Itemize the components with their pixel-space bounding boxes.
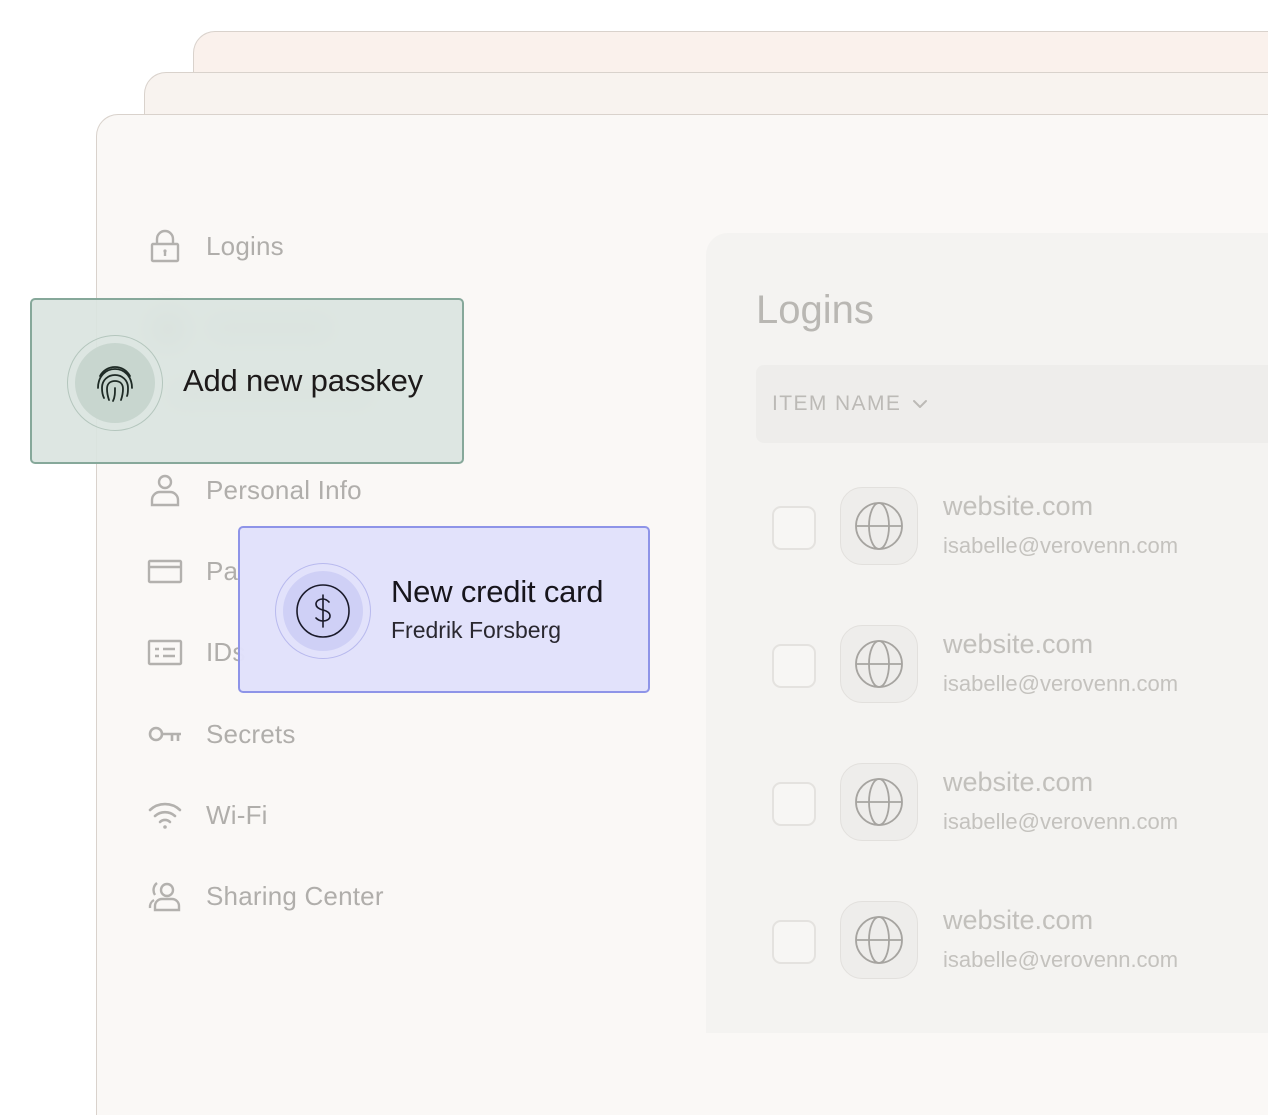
wifi-icon (146, 796, 184, 834)
page-title: Logins (756, 288, 874, 332)
list-item[interactable]: website.com isabelle@verovenn.com (772, 901, 1242, 981)
new-credit-card-card[interactable]: New credit card Fredrik Forsberg (238, 526, 650, 693)
sidebar-item-logins[interactable]: Logins (146, 224, 284, 268)
sidebar-item-personal-info[interactable]: Personal Info (146, 468, 362, 512)
credit-card-title: New credit card (391, 574, 604, 609)
row-site: website.com (943, 491, 1094, 521)
row-email: isabelle@verovenn.com (943, 947, 1179, 972)
fingerprint-icon (75, 343, 155, 423)
globe-icon (840, 487, 918, 565)
person-icon (146, 471, 184, 509)
passkey-icon-ring (67, 335, 163, 431)
sidebar-item-label: Wi-Fi (206, 799, 268, 830)
row-checkbox[interactable] (772, 506, 816, 550)
sidebar-item-label: Personal Info (206, 474, 362, 505)
chevron-down-icon (913, 400, 928, 408)
row-site: website.com (943, 905, 1094, 935)
sidebar-item-secrets[interactable]: Secrets (146, 712, 296, 756)
credit-card-icon-ring (275, 563, 371, 659)
globe-icon (840, 763, 918, 841)
sidebar-item-sharing-center[interactable]: Sharing Center (146, 874, 384, 918)
sidebar-item-payments[interactable]: Pa (146, 549, 238, 593)
row-checkbox[interactable] (772, 920, 816, 964)
card-icon (146, 552, 184, 590)
sidebar-item-label: Logins (206, 230, 284, 261)
id-card-icon (146, 633, 184, 671)
list-item[interactable]: website.com isabelle@verovenn.com (772, 763, 1242, 843)
row-email: isabelle@verovenn.com (943, 533, 1179, 558)
key-icon (146, 715, 184, 753)
list-item[interactable]: website.com isabelle@verovenn.com (772, 625, 1242, 705)
row-site: website.com (943, 767, 1094, 797)
credit-card-holder: Fredrik Forsberg (391, 617, 561, 643)
sharing-icon (146, 877, 184, 915)
lock-icon (146, 227, 184, 265)
row-checkbox[interactable] (772, 644, 816, 688)
globe-icon (840, 901, 918, 979)
add-passkey-label: Add new passkey (183, 363, 423, 398)
column-header-item-name[interactable]: ITEM NAME (756, 365, 1268, 443)
sidebar-item-ids[interactable]: IDs (146, 630, 246, 674)
sidebar-item-wifi[interactable]: Wi-Fi (146, 793, 268, 837)
dollar-icon (283, 571, 363, 651)
list-item[interactable]: website.com isabelle@verovenn.com (772, 487, 1242, 567)
sidebar-item-label: Pa (206, 555, 239, 586)
sidebar-item-label: Secrets (206, 718, 296, 749)
column-header-label: ITEM NAME (772, 392, 902, 415)
sidebar-item-label: Sharing Center (206, 880, 384, 911)
globe-icon (840, 625, 918, 703)
add-passkey-card[interactable]: Add new passkey (30, 298, 464, 464)
row-site: website.com (943, 629, 1094, 659)
row-email: isabelle@verovenn.com (943, 809, 1179, 834)
row-checkbox[interactable] (772, 782, 816, 826)
row-email: isabelle@verovenn.com (943, 671, 1179, 696)
